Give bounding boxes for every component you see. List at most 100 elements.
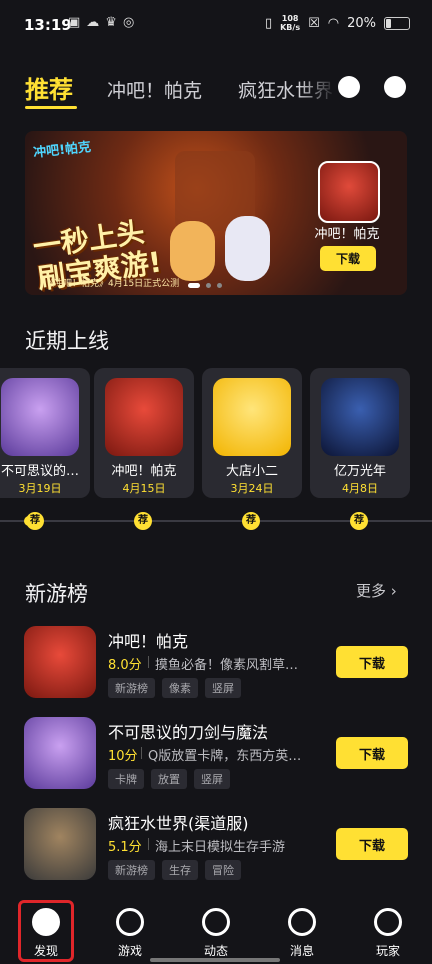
nav-games[interactable]: 游戏 <box>100 896 160 964</box>
recent-card[interactable]: 大店小二 3月24日 <box>202 368 302 498</box>
pagination-dot <box>206 283 211 288</box>
active-tab-indicator <box>25 106 77 109</box>
player-icon <box>374 908 402 936</box>
game-icon-bukesiyi <box>24 717 96 789</box>
nav-label: 游戏 <box>117 944 142 958</box>
tag: 卡牌 <box>108 769 144 789</box>
recent-card[interactable]: 不可思议的… 3月19日 <box>0 368 90 498</box>
recent-card-name: 大店小二 <box>225 464 278 479</box>
recent-card-name: 亿万光年 <box>333 464 386 479</box>
game-name: 疯狂水世界(渠道服) <box>108 814 249 833</box>
banner-cat-art <box>225 216 270 281</box>
search-icon[interactable] <box>338 76 360 98</box>
tag: 像素 <box>162 678 198 698</box>
wifi-icon: ◠ <box>327 15 340 31</box>
tag: 放置 <box>151 769 187 789</box>
battery-icon <box>384 16 410 30</box>
list-item[interactable]: 疯狂水世界(渠道服) 5.1分 海上末日模拟生存手游 新游榜 生存 冒险 下载 <box>0 808 432 888</box>
app-notification-icon: ▣ <box>68 15 81 30</box>
notification-icons: ▣ ☁ ♛ ◎ <box>68 15 134 30</box>
banner-app-name: 冲吧！帕克 <box>314 227 380 242</box>
pagination-dot <box>217 283 222 288</box>
recommend-badge: 荐 <box>350 512 368 530</box>
game-name: 冲吧！帕克 <box>108 632 189 651</box>
net-speed: 108 KB/s <box>280 14 301 32</box>
download-button[interactable]: 下载 <box>336 646 408 678</box>
game-score: 8.0分 <box>108 658 142 673</box>
game-desc: Q版放置卡牌，东西方英… <box>148 749 302 764</box>
tag: 冒险 <box>205 860 241 880</box>
recent-section-title: 近期上线 <box>25 329 109 353</box>
tag: 竖屏 <box>205 678 241 698</box>
banner-download-button[interactable]: 下载 <box>320 246 376 271</box>
game-icon-yiwan <box>321 378 399 456</box>
recent-card-date: 4月15日 <box>122 482 166 495</box>
active-nav-highlight <box>18 900 74 962</box>
game-name: 不可思议的刀剑与魔法 <box>108 723 269 742</box>
list-item[interactable]: 冲吧！帕克 8.0分 摸鱼必备！像素风割草… 新游榜 像素 竖屏 下载 <box>0 626 432 706</box>
status-bar: 13:19 ▣ ☁ ♛ ◎ ▯ 108 KB/s ☒ ◠ 20% <box>0 0 432 52</box>
game-desc: 海上末日模拟生存手游 <box>155 840 286 855</box>
game-tags: 卡牌 放置 竖屏 <box>108 769 230 789</box>
more-link[interactable]: 更多 › <box>356 580 397 601</box>
nav-feed[interactable]: 动态 <box>186 896 246 964</box>
game-icon: ◎ <box>122 15 135 30</box>
recommend-badge: 荐 <box>26 512 44 530</box>
promo-banner[interactable]: 冲吧!帕克 一秒上头 刷宝爽游! 《冲吧！帕克》4月15日正式公测 冲吧！帕克 … <box>25 131 407 295</box>
game-score: 10分 <box>108 749 138 764</box>
banner-pagination <box>188 283 222 288</box>
recent-card-name: 不可思议的… <box>0 464 79 479</box>
recent-card-date: 3月24日 <box>230 482 274 495</box>
avatar-icon[interactable] <box>384 76 406 98</box>
tab-recommend[interactable]: 推荐 <box>25 70 73 105</box>
game-score: 5.1分 <box>108 840 142 855</box>
nav-label: 动态 <box>203 944 228 958</box>
nav-label: 玩家 <box>375 944 400 958</box>
tag: 竖屏 <box>194 769 230 789</box>
nav-players[interactable]: 玩家 <box>358 896 418 964</box>
more-label: 更多 <box>356 582 387 600</box>
game-icon-bukesiyi <box>1 378 79 456</box>
tag: 新游榜 <box>108 860 155 880</box>
message-icon <box>288 908 316 936</box>
battery-text: 20% <box>347 15 376 31</box>
newgames-section-title: 新游榜 <box>25 582 88 606</box>
tab-chongba-pake[interactable]: 冲吧！帕克 <box>107 76 202 103</box>
tag: 生存 <box>162 860 198 880</box>
recent-card-date: 4月8日 <box>342 482 378 495</box>
nav-label: 消息 <box>289 944 314 958</box>
recommend-badge: 荐 <box>242 512 260 530</box>
download-button[interactable]: 下载 <box>336 828 408 860</box>
tabs-fade <box>300 60 336 116</box>
recent-card[interactable]: 亿万光年 4月8日 <box>310 368 410 498</box>
vibrate-icon: ▯ <box>264 15 273 31</box>
banner-hero-art <box>170 221 215 281</box>
nav-messages[interactable]: 消息 <box>272 896 332 964</box>
game-desc: 摸鱼必备！像素风割草… <box>155 658 299 673</box>
banner-game-logo: 冲吧!帕克 <box>32 140 92 161</box>
divider <box>148 838 149 850</box>
status-time: 13:19 <box>24 16 72 34</box>
divider <box>141 747 142 759</box>
cloud-icon: ☁ <box>86 15 100 30</box>
game-tags: 新游榜 生存 冒险 <box>108 860 241 880</box>
divider <box>148 656 149 668</box>
recommend-badge: 荐 <box>134 512 152 530</box>
gamepad-icon <box>116 908 144 936</box>
game-tags: 新游榜 像素 竖屏 <box>108 678 241 698</box>
game-icon-chongba <box>24 626 96 698</box>
top-tabs: 推荐 冲吧！帕克 疯狂水世界 <box>0 60 432 116</box>
recent-card[interactable]: 冲吧！帕克 4月15日 <box>94 368 194 498</box>
banner-caption: 《冲吧！帕克》4月15日正式公测 <box>45 279 180 289</box>
recent-card-name: 冲吧！帕克 <box>111 464 177 479</box>
home-indicator <box>150 958 280 962</box>
recent-card-date: 3月19日 <box>18 482 62 495</box>
list-item[interactable]: 不可思议的刀剑与魔法 10分 Q版放置卡牌，东西方英… 卡牌 放置 竖屏 下载 <box>0 717 432 797</box>
sim-icon: ☒ <box>308 15 320 31</box>
game-icon-dadian <box>213 378 291 456</box>
game-icon-chongba <box>105 378 183 456</box>
tag: 新游榜 <box>108 678 155 698</box>
banner-app-icon[interactable] <box>318 161 380 223</box>
download-button[interactable]: 下载 <box>336 737 408 769</box>
chevron-right-icon: › <box>390 582 397 600</box>
